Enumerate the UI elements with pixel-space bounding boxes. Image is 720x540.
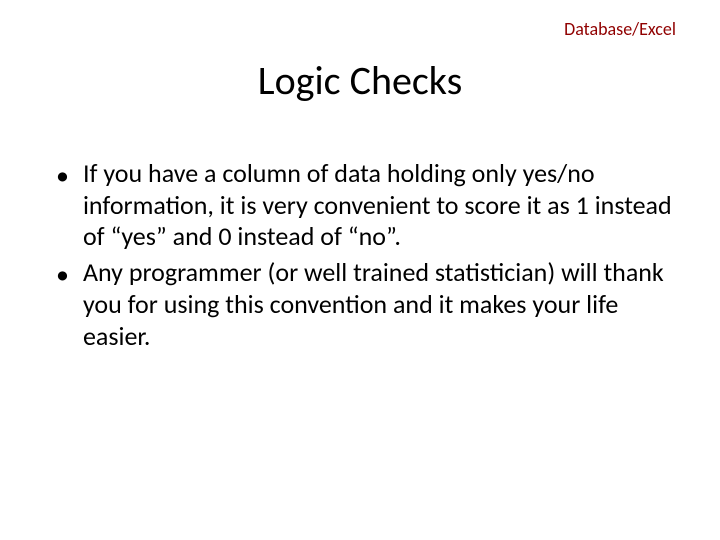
slide: Database/Excel Logic Checks • If you hav… bbox=[0, 0, 720, 540]
slide-body: • If you have a column of data holding o… bbox=[56, 158, 672, 356]
bullet-text: If you have a column of data holding onl… bbox=[83, 158, 672, 253]
bullet-item: • If you have a column of data holding o… bbox=[56, 158, 672, 253]
bullet-marker-icon: • bbox=[56, 257, 69, 291]
bullet-item: • Any programmer (or well trained statis… bbox=[56, 257, 672, 352]
corner-category-label: Database/Excel bbox=[564, 18, 676, 40]
bullet-text: Any programmer (or well trained statisti… bbox=[83, 257, 672, 352]
slide-title: Logic Checks bbox=[0, 56, 720, 105]
bullet-marker-icon: • bbox=[56, 158, 69, 192]
